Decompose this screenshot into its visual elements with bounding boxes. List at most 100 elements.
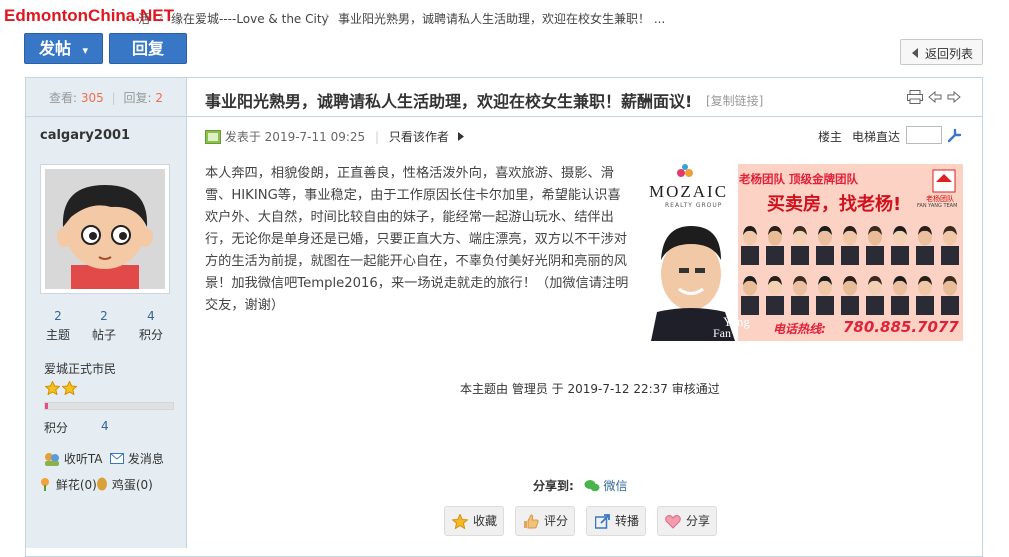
copy-link-button[interactable]: [复制链接] (706, 92, 763, 109)
send-message-link[interactable]: 发消息 (110, 450, 164, 467)
breadcrumb-forum[interactable]: 缘在爱城----Love & the City (171, 10, 329, 27)
post-body: 本人奔四，相貌俊朗，正直善良，性格活泼外向，喜欢旅游、摄影、滑雪、HIKING等… (205, 166, 629, 313)
author-count-posts[interactable]: 2 帖子 (84, 309, 124, 343)
follow-icon (45, 453, 59, 466)
count-value: 4 (147, 309, 155, 323)
repost-button[interactable]: 转播 (586, 506, 646, 536)
ad-team-member-photo (764, 270, 786, 315)
author-name[interactable]: calgary2001 (40, 128, 130, 143)
star-icon (452, 514, 468, 529)
mail-icon (110, 453, 124, 464)
author-count-threads[interactable]: 2 主题 (38, 309, 78, 343)
posted-time: 2019-7-11 09:25 (264, 130, 366, 144)
breadcrumb-forum-home[interactable]: 活 (138, 10, 150, 27)
ad-phone: 780.885.7077 (843, 318, 959, 336)
flower-icon (41, 478, 49, 491)
share-wechat-label: 微信 (603, 479, 628, 493)
ad-team-member-photo (739, 270, 761, 315)
share-wechat-link[interactable]: 微信 (584, 479, 628, 493)
new-post-button[interactable]: 发帖 ▾ (24, 33, 103, 64)
share-label: 分享到: (533, 479, 574, 493)
caret-right-icon (457, 132, 464, 141)
chevron-down-icon: ▾ (82, 44, 89, 57)
rank-progress-fill (45, 403, 48, 409)
breadcrumb-separator: › (159, 9, 164, 23)
ad-team-member-photo (839, 220, 861, 265)
follow-label: 收听TA (63, 452, 103, 466)
share-label: 分享 (686, 514, 711, 528)
rank-progress-bar (44, 402, 174, 410)
favorite-button[interactable]: 收藏 (444, 506, 504, 536)
ad-team-member-photo (889, 270, 911, 315)
new-post-label: 发帖 (38, 39, 71, 58)
eggs-label: 鸡蛋(0) (111, 478, 153, 492)
posted-label: 发表于 (224, 130, 261, 144)
breadcrumb-thread[interactable]: 事业阳光熟男，诚聘请私人生活助理，欢迎在校女生兼职！ ... (338, 10, 665, 27)
ad-agent-name2: Fan (713, 326, 731, 340)
ad-team-member-photo (864, 220, 886, 265)
ad-team-member-photo (789, 270, 811, 315)
count-label: 主题 (45, 328, 70, 342)
review-note: 本主题由 管理员 于 2019-7-12 22:37 审核通过 (460, 382, 720, 396)
post-title: 事业阳光熟男，诚聘请私人生活助理，欢迎在校女生兼职！薪酬面议! (205, 92, 693, 111)
points-value: 4 (101, 419, 109, 433)
divider (187, 116, 982, 117)
follow-link[interactable]: 收听TA (44, 450, 102, 467)
floor-jump-label: 电梯直达 (852, 130, 901, 144)
print-icon[interactable] (907, 90, 923, 104)
ad-team-member-photo (789, 220, 811, 265)
replies-count: 2 (155, 91, 163, 105)
ad-team-member-photo (939, 270, 961, 315)
reply-button[interactable]: 回复 (109, 33, 187, 64)
chevron-left-icon (912, 48, 918, 58)
divider (186, 78, 187, 548)
star-icon (44, 380, 61, 396)
egg-icon (97, 477, 107, 491)
post-meta: 发表于 2019-7-11 09:25 | 只看该作者 (205, 128, 464, 145)
count-value: 2 (54, 309, 62, 323)
rate-button[interactable]: 评分 (515, 506, 575, 536)
previous-thread-icon[interactable] (928, 91, 942, 103)
user-rank[interactable]: 爱城正式市民 (44, 360, 116, 377)
thumb-icon (524, 514, 539, 529)
views-count: 305 (80, 91, 104, 105)
share-button[interactable]: 分享 (657, 506, 717, 536)
ad-team-member-photo (764, 220, 786, 265)
ad-team-member-photo (739, 220, 761, 265)
flowers-link[interactable]: 鲜花(0) (38, 476, 97, 493)
ad-team-member-photo (914, 220, 936, 265)
rank-stars (44, 380, 79, 398)
ad-team-member-photo (864, 270, 886, 315)
ad-team-line: 老杨团队 顶级金牌团队 (739, 172, 859, 186)
heart-icon (665, 515, 681, 529)
jump-go-icon[interactable] (947, 127, 963, 143)
online-status-icon (205, 130, 221, 144)
next-thread-icon[interactable] (947, 91, 961, 103)
ad-headline: 买卖房，找老杨! (767, 194, 902, 215)
avatar[interactable] (40, 164, 170, 294)
ad-team-member-photo (889, 220, 911, 265)
rate-label: 评分 (544, 514, 569, 528)
count-label: 积分 (138, 328, 163, 342)
advertisement-banner[interactable]: MOZAIC REALTY GROUP 老杨团队 顶级金牌团队 买卖房，找老杨!… (643, 164, 963, 341)
ad-team-member-photo (814, 220, 836, 265)
breadcrumb-separator: › (325, 9, 330, 23)
points-label: 积分 (44, 421, 69, 435)
reply-label: 回复 (131, 39, 164, 58)
ad-team-photos (739, 220, 963, 320)
share-arrow-icon (595, 514, 610, 529)
divider (26, 116, 186, 117)
avatar-illustration (45, 169, 165, 289)
star-icon (61, 380, 78, 396)
send-message-label: 发消息 (127, 452, 164, 466)
back-to-list-button[interactable]: 返回列表 (900, 39, 983, 65)
share-to: 分享到: 微信 (533, 477, 627, 494)
flowers-label: 鲜花(0) (55, 478, 97, 492)
breadcrumb: EdmontonChina.NET 活 › 缘在爱城----Love & the… (0, 4, 1009, 30)
eggs-link[interactable]: 鸡蛋(0) (96, 476, 153, 493)
ad-brand-sub: REALTY GROUP (665, 202, 723, 209)
ad-team-member-photo (814, 270, 836, 315)
author-count-points[interactable]: 4 积分 (131, 309, 171, 343)
floor-jump-input[interactable] (906, 126, 942, 144)
author-only-link[interactable]: 只看该作者 (389, 130, 449, 144)
